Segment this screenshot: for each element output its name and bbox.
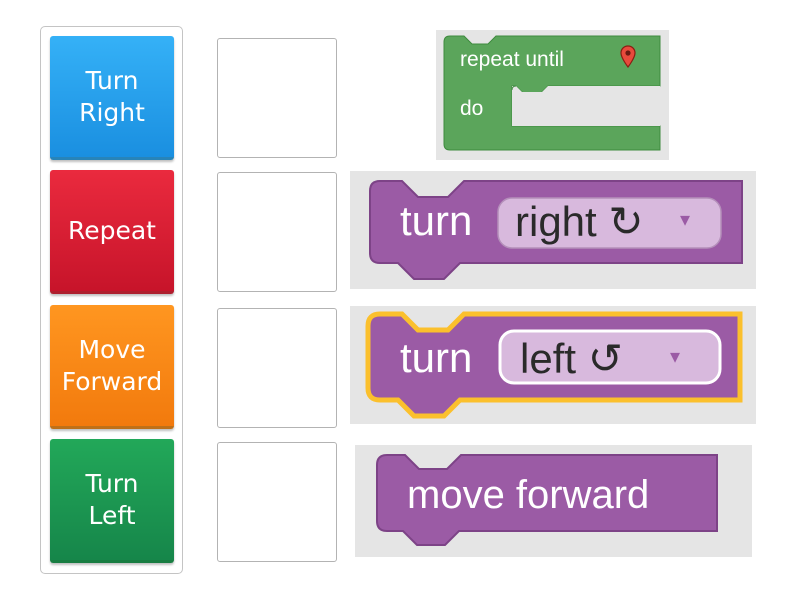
tile-turn-right[interactable]: Turn Right [50, 36, 174, 160]
direction-dropdown-value: left ↺ [520, 335, 623, 382]
repeat-until-text: repeat until [460, 48, 564, 71]
tile-turn-left[interactable]: Turn Left [50, 439, 174, 563]
drop-slot-1[interactable] [217, 38, 337, 158]
answer-palette: Turn Right Repeat Move Forward Turn Left [40, 26, 183, 574]
turn-right-block-image: turn right ↻ ▾ [350, 171, 756, 289]
map-pin-icon [620, 45, 636, 68]
tile-move-forward[interactable]: Move Forward [50, 305, 174, 429]
drop-slot-3[interactable] [217, 308, 337, 428]
turn-word: turn [400, 334, 473, 381]
drop-slot-4[interactable] [217, 442, 337, 562]
direction-dropdown-value: right ↻ [515, 198, 644, 245]
turn-word: turn [400, 197, 473, 244]
do-text: do [460, 97, 484, 120]
move-forward-text: move forward [407, 473, 650, 517]
dropdown-arrow-icon: ▾ [670, 346, 681, 368]
dropdown-arrow-icon: ▾ [680, 209, 691, 231]
tile-repeat[interactable]: Repeat [50, 170, 174, 294]
repeat-until-block-image: repeat until do [436, 30, 669, 160]
turn-left-block-image: turn left ↺ ▾ [350, 306, 756, 424]
move-forward-block-image: move forward [355, 445, 752, 557]
drop-slot-2[interactable] [217, 172, 337, 292]
